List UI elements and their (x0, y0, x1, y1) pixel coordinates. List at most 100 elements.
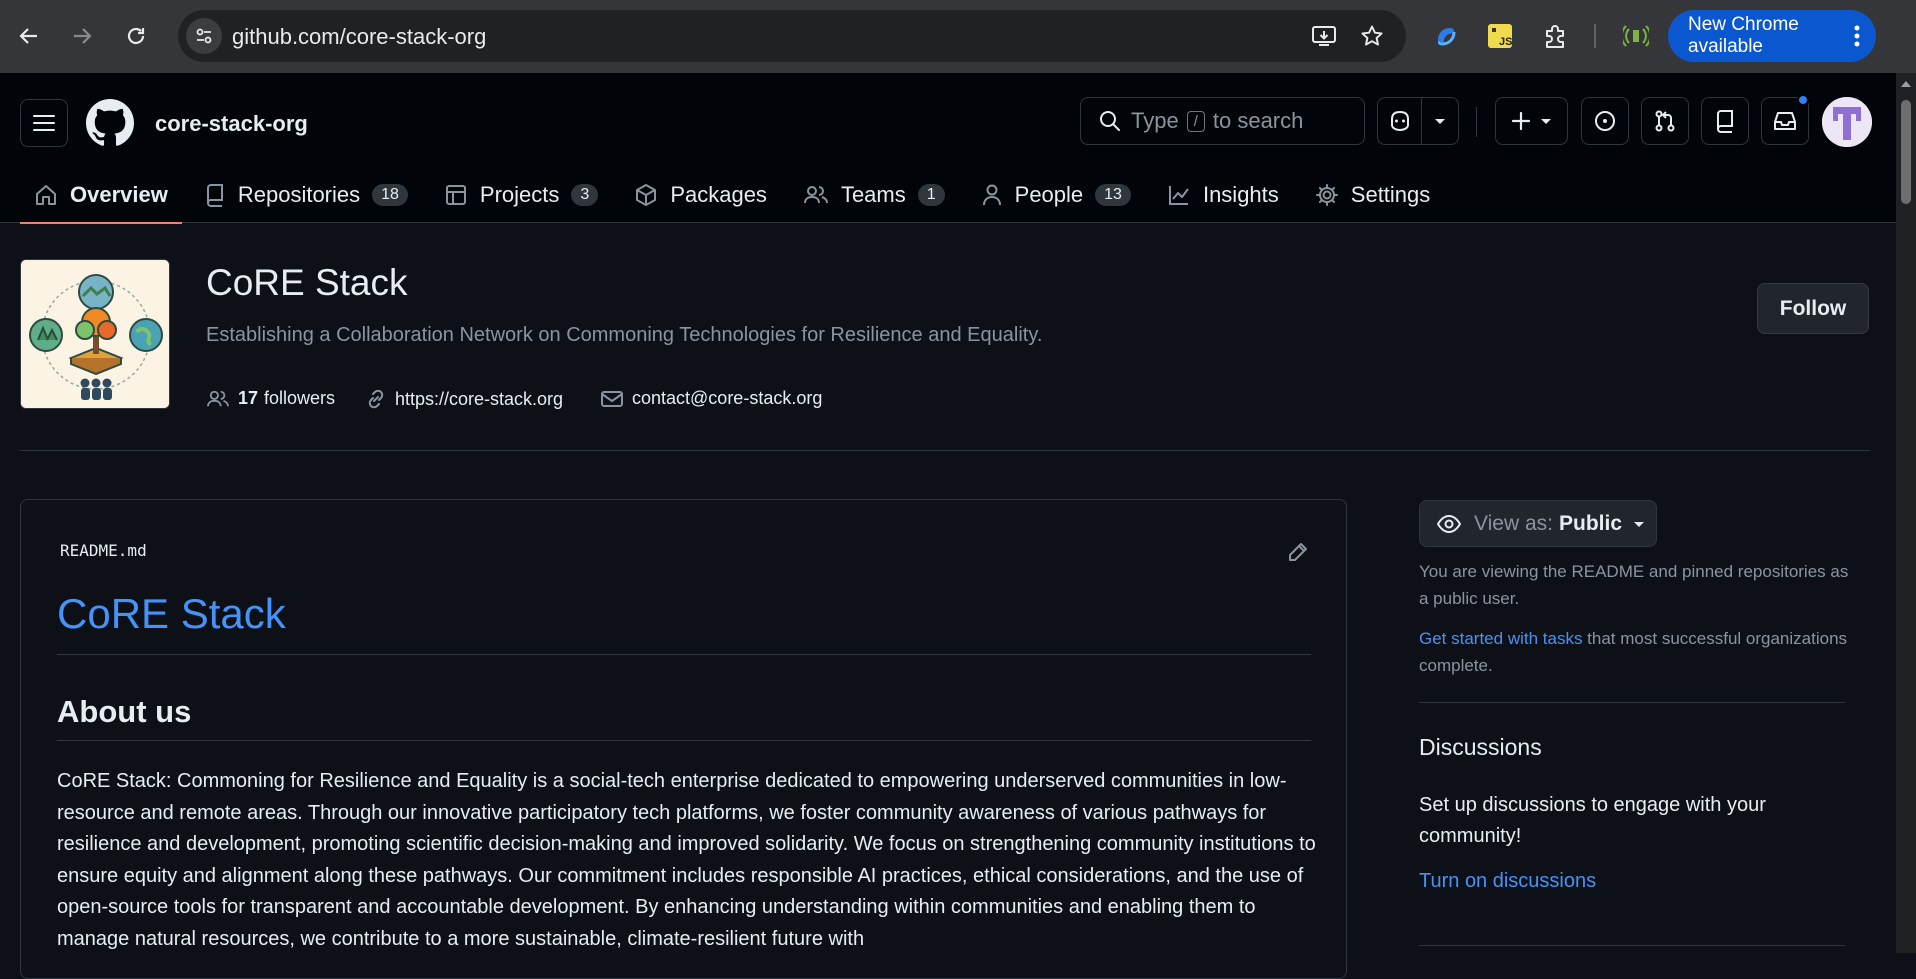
search-prefix: Type (1131, 108, 1179, 133)
readme-filename[interactable]: README.md (60, 541, 147, 560)
heading-divider (57, 654, 1311, 655)
back-button[interactable] (11, 18, 47, 54)
copilot-button[interactable] (1377, 97, 1422, 145)
people-icon (803, 183, 829, 207)
github-header: core-stack-org Type / to search Overview (0, 73, 1896, 224)
tab-label: Repositories (237, 182, 361, 207)
turn-on-discussions-link[interactable]: Turn on discussions (1419, 870, 1596, 893)
org-title: CoRE Stack (206, 262, 408, 303)
table-icon (444, 183, 468, 207)
followers-link[interactable]: 17 followers (206, 388, 335, 409)
gear-icon (1315, 183, 1339, 207)
notification-indicator (1797, 94, 1809, 106)
tab-label: Overview (70, 182, 168, 207)
chrome-update-button[interactable]: New Chrome available (1668, 10, 1876, 62)
subheading-divider (57, 740, 1311, 741)
issues-button[interactable] (1581, 97, 1629, 145)
discussions-text: Set up discussions to engage with your c… (1419, 794, 1766, 847)
eye-icon (1436, 514, 1462, 534)
reload-button[interactable] (118, 18, 154, 54)
reload-icon (127, 27, 145, 45)
discussions-heading: Discussions (1419, 734, 1542, 760)
menu-button[interactable] (20, 99, 68, 147)
tab-label: Projects (479, 182, 560, 207)
site-info-button[interactable] (186, 18, 222, 54)
readme-subheading: About us (57, 694, 192, 729)
inbox-icon (1774, 112, 1796, 130)
tab-counter: 18 (372, 184, 408, 206)
js-extension-icon[interactable]: JS (1484, 20, 1516, 52)
view-as-note: You are viewing the README and pinned re… (1419, 562, 1849, 608)
issue-opened-icon (1595, 111, 1615, 131)
tab-label: People (1014, 182, 1084, 207)
section-divider (20, 450, 1870, 451)
org-tab-nav: Overview Repositories 18 Projects 3 Pack… (20, 167, 1452, 224)
follow-button[interactable]: Follow (1757, 283, 1869, 334)
tab-packages[interactable]: Packages (620, 167, 781, 223)
page-scrollbar[interactable] (1896, 73, 1916, 953)
extensions-puzzle-icon[interactable] (1539, 20, 1571, 52)
repo-icon (1716, 110, 1733, 133)
tab-insights[interactable]: Insights (1153, 167, 1293, 223)
search-input[interactable]: Type / to search (1080, 97, 1365, 145)
tab-counter: 3 (571, 184, 599, 206)
url-text[interactable]: github.com/core-stack-org (232, 24, 486, 50)
readme-heading[interactable]: CoRE Stack (57, 590, 286, 638)
email-link[interactable]: contact@core-stack.org (600, 388, 822, 409)
chevron-down-icon (1632, 519, 1646, 529)
followers-count: 17 (238, 388, 259, 408)
website-link[interactable]: https://core-stack.org (365, 388, 563, 410)
tab-teams[interactable]: Teams 1 (789, 167, 959, 223)
get-started-tasks-link[interactable]: Get started with tasks (1419, 629, 1582, 648)
pull-requests-button[interactable] (1641, 97, 1689, 145)
scroll-up-icon[interactable] (1900, 79, 1912, 89)
repositories-button[interactable] (1701, 97, 1749, 145)
tab-settings[interactable]: Settings (1301, 167, 1445, 223)
chevron-down-icon (1540, 119, 1551, 124)
tab-label: Teams (840, 182, 906, 207)
create-new-button[interactable] (1495, 97, 1568, 145)
copilot-icon (1390, 110, 1409, 132)
tab-label: Insights (1202, 182, 1279, 207)
pencil-icon[interactable] (1286, 540, 1310, 564)
view-as-dropdown[interactable]: View as: Public (1419, 500, 1657, 547)
tab-people[interactable]: People 13 (967, 167, 1145, 223)
avatar-identicon (1822, 97, 1872, 147)
followers-label: followers (264, 388, 336, 408)
link-icon (365, 388, 387, 410)
user-avatar[interactable] (1822, 97, 1872, 147)
tab-label: Packages (670, 182, 767, 207)
sidebar-divider (1419, 945, 1845, 946)
tab-overview[interactable]: Overview (20, 167, 182, 224)
bookmark-star-icon[interactable] (1358, 22, 1386, 50)
readme-paragraph: CoRE Stack: Commoning for Resilience and… (57, 770, 1316, 950)
tab-projects[interactable]: Projects 3 (430, 167, 612, 223)
tab-counter: 1 (917, 184, 945, 206)
package-icon (634, 183, 658, 207)
graph-icon (1167, 183, 1191, 207)
tasks-note: Get started with tasks that most success… (1419, 625, 1859, 679)
toolbar-divider (1594, 24, 1596, 48)
readme-card: README.md CoRE Stack About us CoRE Stack… (20, 499, 1347, 979)
copilot-extension-icon[interactable] (1430, 20, 1462, 52)
email-address: contact@core-stack.org (632, 388, 823, 408)
install-app-icon[interactable] (1310, 22, 1338, 50)
scrollbar-thumb[interactable] (1901, 100, 1911, 204)
github-logo-icon[interactable] (86, 99, 134, 147)
repo-icon (204, 183, 226, 207)
website-url: https://core-stack.org (395, 388, 564, 409)
copilot-dropdown-button[interactable] (1421, 97, 1459, 145)
tab-repositories[interactable]: Repositories 18 (190, 167, 422, 223)
tab-label: Settings (1350, 182, 1431, 207)
search-icon (1100, 111, 1120, 131)
hamburger-icon (33, 115, 55, 131)
forward-button[interactable] (64, 18, 100, 54)
plus-icon (1511, 111, 1530, 131)
people-icon (206, 389, 230, 409)
view-as-label: View as: (1474, 511, 1553, 535)
pull-request-icon (1655, 110, 1675, 132)
header-org-name[interactable]: core-stack-org (155, 111, 308, 137)
address-bar[interactable]: github.com/core-stack-org (178, 10, 1406, 62)
tune-icon (196, 28, 212, 44)
broadcast-extension-icon[interactable] (1620, 20, 1652, 52)
